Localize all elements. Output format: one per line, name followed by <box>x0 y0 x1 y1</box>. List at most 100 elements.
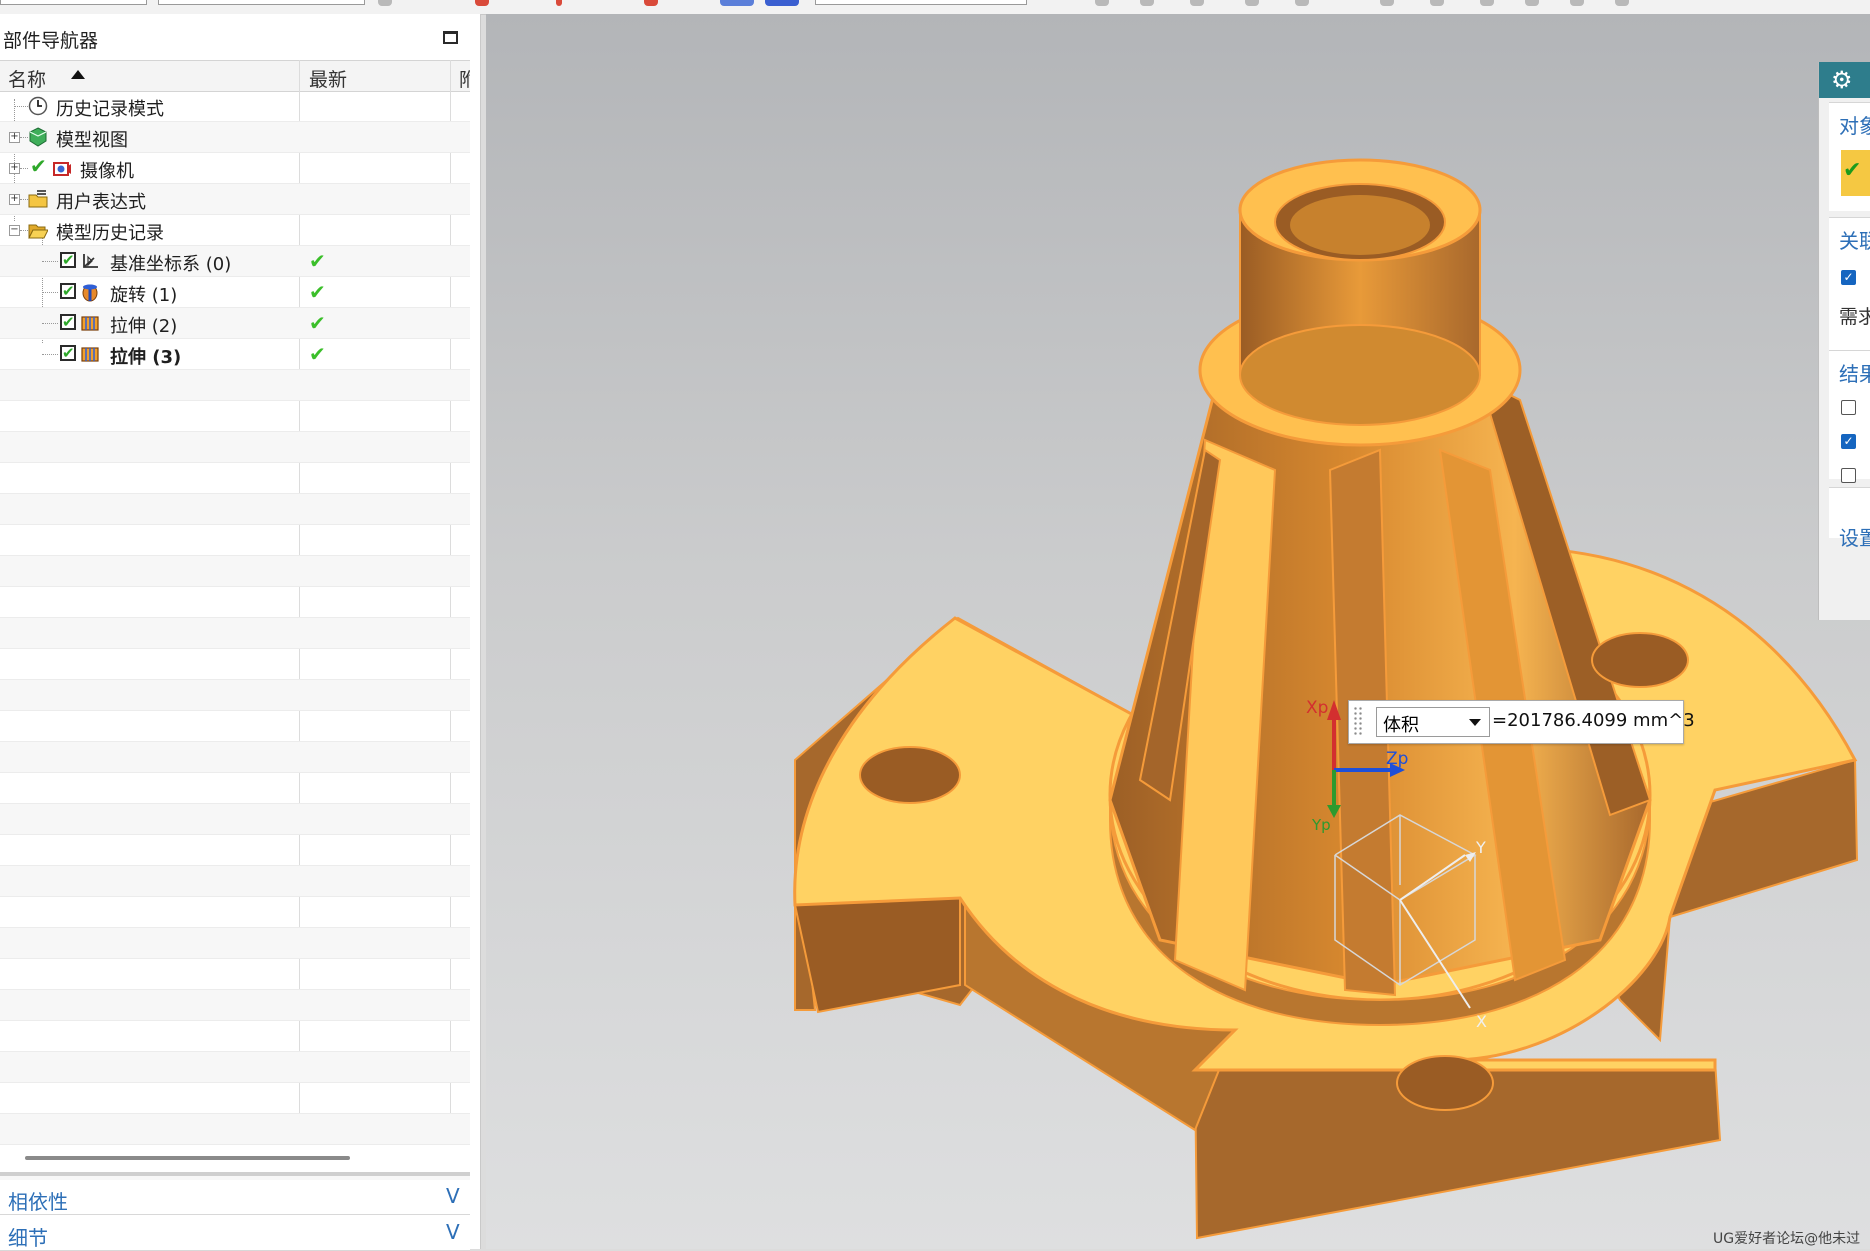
toolbar-icon[interactable] <box>1570 0 1584 6</box>
section-object[interactable]: 对象 <box>1839 110 1870 139</box>
feature-checkbox[interactable]: ✔ <box>60 314 76 330</box>
empty-row <box>0 680 470 711</box>
feature-row[interactable]: ✔ 拉伸 (3) ✔ <box>0 339 470 370</box>
tree-node-label: 模型视图 <box>56 130 128 151</box>
associative-checkbox[interactable]: ✓ <box>1841 270 1856 285</box>
toolbar-icon[interactable] <box>378 0 392 6</box>
toolbar-icon[interactable] <box>1140 0 1154 6</box>
toolbar-icon[interactable] <box>556 0 562 6</box>
check-icon: ✔ <box>30 154 47 178</box>
column-extra[interactable]: 附 <box>459 65 470 92</box>
wcs-x-label: X <box>1476 1012 1487 1031</box>
sort-ascending-icon[interactable] <box>71 70 85 79</box>
results-checkbox[interactable]: ✓ <box>1841 434 1856 449</box>
latest-check-icon: ✔ <box>309 311 326 335</box>
toolbar-icon[interactable] <box>765 0 799 6</box>
feature-checkbox[interactable]: ✔ <box>60 283 76 299</box>
tree-line <box>14 106 28 107</box>
toolbar-field[interactable] <box>815 0 1027 5</box>
select-object-button[interactable]: ✔ <box>1841 150 1870 196</box>
toolbar-icon[interactable] <box>1190 0 1204 6</box>
collapse-icon[interactable]: − <box>9 225 20 236</box>
results-checkbox[interactable] <box>1841 468 1856 483</box>
feature-row[interactable]: ✔ 基准坐标系 (0) ✔ <box>0 246 470 277</box>
extrude-icon <box>81 347 99 362</box>
results-checkbox[interactable] <box>1841 400 1856 415</box>
drag-handle-icon[interactable] <box>1353 706 1363 736</box>
measure-type-select[interactable]: 体积 <box>1376 707 1490 737</box>
empty-row <box>0 370 470 401</box>
empty-row <box>0 928 470 959</box>
check-icon: ✔ <box>1843 158 1862 183</box>
toolbar-icon[interactable] <box>1245 0 1259 6</box>
requirement-label: 需求 <box>1839 306 1870 328</box>
tree-node[interactable]: + ✔ 摄像机 <box>0 153 470 184</box>
toolbar-icon[interactable] <box>1380 0 1394 6</box>
section-associative[interactable]: 关联 <box>1839 225 1870 254</box>
tree-line <box>42 354 58 355</box>
empty-row <box>0 959 470 990</box>
empty-row <box>0 866 470 897</box>
empty-row <box>0 432 470 463</box>
toolbar-icon[interactable] <box>1525 0 1539 6</box>
gear-icon[interactable]: ⚙ <box>1831 66 1853 94</box>
tree-node-label: 摄像机 <box>80 161 134 182</box>
horizontal-scrollbar[interactable] <box>25 1156 350 1160</box>
empty-row <box>0 1083 470 1114</box>
panel-splitter[interactable] <box>0 1172 470 1176</box>
expand-icon[interactable]: + <box>9 163 20 174</box>
empty-row <box>0 1052 470 1083</box>
toolbar-icon[interactable] <box>1480 0 1494 6</box>
column-name[interactable]: 名称 <box>8 65 46 92</box>
empty-row <box>0 835 470 866</box>
toolbar-icon[interactable] <box>1615 0 1629 6</box>
toolbar-field[interactable] <box>158 0 365 5</box>
empty-row <box>0 711 470 742</box>
section-results[interactable]: 结果 <box>1839 358 1870 387</box>
column-header: 名称 最新 附 <box>0 60 470 92</box>
tree-line <box>20 137 28 138</box>
camera-icon <box>53 162 71 176</box>
expand-icon[interactable]: + <box>9 194 20 205</box>
tree-line <box>42 292 58 293</box>
feature-checkbox[interactable]: ✔ <box>60 252 76 268</box>
toolbar-icon[interactable] <box>475 0 489 6</box>
tree-node[interactable]: + 模型视图 <box>0 122 470 153</box>
tree-line <box>42 323 58 324</box>
folder-icon <box>28 190 48 208</box>
toolbar-icon[interactable] <box>1095 0 1109 6</box>
chevron-down-icon[interactable]: V <box>446 1184 460 1208</box>
toolbar-icon[interactable] <box>720 0 754 6</box>
folder-open-icon <box>28 224 48 239</box>
details-panel[interactable]: 细节 V <box>0 1216 470 1251</box>
section-settings[interactable]: 设置 <box>1839 522 1870 551</box>
column-latest[interactable]: 最新 <box>309 65 347 92</box>
details-label: 细节 <box>8 1226 48 1250</box>
toolbar-icon[interactable] <box>1295 0 1309 6</box>
toolbar-field[interactable] <box>0 0 147 5</box>
dialog-header: ⚙ <box>1819 62 1870 98</box>
empty-row <box>0 401 470 432</box>
feature-checkbox[interactable]: ✔ <box>60 345 76 361</box>
graphics-window[interactable]: Xp Zp Yp Y X 体积 =201786.4099 mm^3 UG爱好者论… <box>486 14 1870 1249</box>
feature-row[interactable]: ✔ 旋转 (1) ✔ <box>0 277 470 308</box>
feature-label-current: 拉伸 (3) <box>110 347 182 368</box>
expand-icon[interactable]: + <box>9 132 20 143</box>
tree-node[interactable]: + 用户表达式 <box>0 184 470 215</box>
part-model[interactable] <box>486 14 1870 1249</box>
toolbar-icon[interactable] <box>644 0 658 6</box>
toolbar-icon[interactable] <box>1430 0 1444 6</box>
maximize-icon[interactable] <box>443 31 458 44</box>
dependencies-panel[interactable]: 相依性 V <box>0 1180 470 1215</box>
chevron-down-icon[interactable]: V <box>446 1220 460 1244</box>
empty-row <box>0 494 470 525</box>
latest-check-icon: ✔ <box>309 249 326 273</box>
datum-csys-icon <box>83 254 98 268</box>
tree-node[interactable]: 历史记录模式 <box>0 91 470 122</box>
latest-check-icon: ✔ <box>309 280 326 304</box>
empty-row <box>0 1021 470 1052</box>
feature-row[interactable]: ✔ 拉伸 (2) ✔ <box>0 308 470 339</box>
tree-node[interactable]: − 模型历史记录 <box>0 215 470 246</box>
chevron-down-icon[interactable] <box>1469 719 1481 726</box>
feature-label: 拉伸 (2) <box>110 316 178 337</box>
